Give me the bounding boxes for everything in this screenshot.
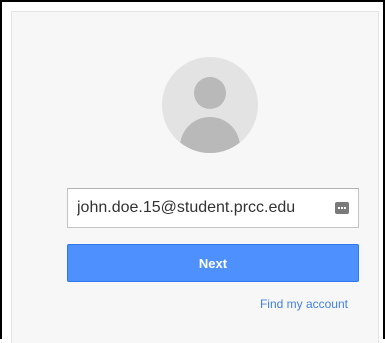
window-frame: Next Find my account bbox=[0, 0, 385, 343]
email-input[interactable] bbox=[68, 189, 318, 227]
find-my-account-link[interactable]: Find my account bbox=[260, 297, 348, 311]
next-button[interactable]: Next bbox=[67, 244, 359, 282]
keyboard-key-icon[interactable] bbox=[335, 202, 349, 214]
default-user-avatar-icon bbox=[162, 57, 258, 153]
avatar-head bbox=[194, 77, 226, 109]
signin-card: Next Find my account bbox=[11, 11, 379, 343]
email-field[interactable] bbox=[67, 188, 359, 228]
avatar-shoulders bbox=[180, 117, 240, 153]
